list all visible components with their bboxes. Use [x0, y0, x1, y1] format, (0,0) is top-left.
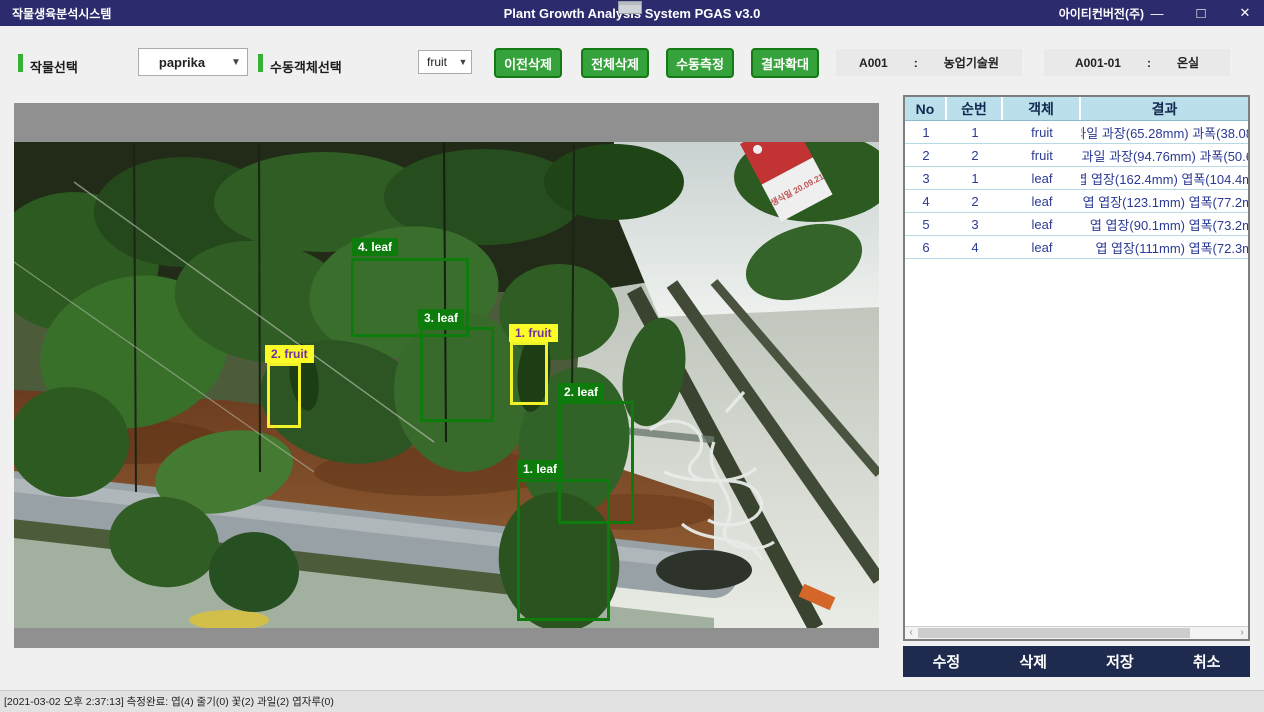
- site-separator: :: [914, 56, 918, 70]
- delete-all-button[interactable]: 전체삭제: [581, 48, 649, 78]
- titlebar: 작물생육분석시스템 Plant Growth Analysis System P…: [0, 0, 1264, 26]
- cell-object: leaf: [1003, 190, 1081, 212]
- maximize-icon[interactable]: □: [1190, 4, 1212, 22]
- close-icon[interactable]: ✕: [1234, 4, 1256, 22]
- window-controls: — □ ✕: [1146, 0, 1256, 26]
- annotation-label-4-leaf: 4. leaf: [352, 238, 398, 256]
- cell-result: 엽 엽장(90.1mm) 엽폭(73.2m: [1081, 213, 1248, 235]
- edit-button[interactable]: 수정: [903, 646, 990, 677]
- crop-select-dropdown[interactable]: paprika ▼: [138, 48, 248, 76]
- header-seq: 순번: [947, 97, 1003, 120]
- cell-seq: 2: [947, 144, 1003, 166]
- table-row[interactable]: 1 1 fruit 과일 과장(65.28mm) 과폭(38.08: [905, 121, 1248, 144]
- table-row[interactable]: 2 2 fruit 과일 과장(94.76mm) 과폭(50.6: [905, 144, 1248, 167]
- zone-code: A001-01: [1075, 56, 1121, 70]
- cell-result: 엽 엽장(123.1mm) 엽폭(77.2m: [1081, 190, 1248, 212]
- snap-preview-artifact: [618, 1, 642, 14]
- table-row[interactable]: 5 3 leaf 엽 엽장(90.1mm) 엽폭(73.2m: [905, 213, 1248, 236]
- scroll-right-icon[interactable]: ›: [1236, 627, 1248, 639]
- cell-result: 엽 엽장(111mm) 엽폭(72.3m: [1081, 236, 1248, 258]
- image-viewer: 생식일 20.09.21 4. leaf 3. leaf 1. fruit 2.…: [14, 103, 879, 648]
- cell-no: 5: [905, 213, 947, 235]
- cell-object: leaf: [1003, 213, 1081, 235]
- cell-no: 3: [905, 167, 947, 189]
- table-row[interactable]: 6 4 leaf 엽 엽장(111mm) 엽폭(72.3m: [905, 236, 1248, 259]
- object-select-label: 수동객체선택: [270, 57, 342, 76]
- manual-measure-button[interactable]: 수동측정: [666, 48, 734, 78]
- results-table-header: No 순번 객체 결과: [905, 97, 1248, 121]
- site-info-field: A001 : 농업기술원: [836, 49, 1022, 76]
- cell-seq: 3: [947, 213, 1003, 235]
- cell-seq: 1: [947, 167, 1003, 189]
- action-bar: 수정 삭제 저장 취소: [903, 646, 1250, 677]
- delete-button[interactable]: 삭제: [990, 646, 1077, 677]
- cell-result: 과일 과장(94.76mm) 과폭(50.6: [1081, 144, 1248, 166]
- camera-photo[interactable]: 생식일 20.09.21 4. leaf 3. leaf 1. fruit 2.…: [14, 142, 879, 628]
- delete-previous-button[interactable]: 이전삭제: [494, 48, 562, 78]
- annotation-box-2-fruit: [267, 363, 301, 428]
- results-panel: No 순번 객체 결과 1 1 fruit 과일 과장(65.28mm) 과폭(…: [903, 95, 1250, 641]
- cell-result: 엽 엽장(162.4mm) 엽폭(104.4m: [1081, 167, 1248, 189]
- annotation-label-1-fruit: 1. fruit: [509, 324, 558, 342]
- zone-name: 온실: [1177, 54, 1199, 71]
- annotation-label-2-fruit: 2. fruit: [265, 345, 314, 363]
- object-select-dropdown[interactable]: fruit ▼: [418, 50, 472, 74]
- header-no: No: [905, 97, 947, 120]
- object-select-value: fruit: [419, 55, 455, 69]
- annotation-label-2-leaf: 2. leaf: [558, 383, 604, 401]
- cell-no: 6: [905, 236, 947, 258]
- scroll-left-icon[interactable]: ‹: [905, 627, 917, 639]
- cell-no: 1: [905, 121, 947, 143]
- cell-seq: 1: [947, 121, 1003, 143]
- annotation-box-3-leaf: [420, 327, 494, 422]
- scrollbar-thumb[interactable]: [918, 628, 1190, 638]
- site-code: A001: [859, 56, 888, 70]
- expand-results-button[interactable]: 결과확대: [751, 48, 819, 78]
- chevron-down-icon: ▼: [225, 57, 247, 68]
- header-result: 결과: [1081, 97, 1248, 120]
- annotation-label-3-leaf: 3. leaf: [418, 309, 464, 327]
- cell-no: 4: [905, 190, 947, 212]
- table-empty-area: [905, 259, 1248, 626]
- minimize-icon[interactable]: —: [1146, 4, 1168, 22]
- crop-select-label: 작물선택: [30, 57, 78, 76]
- annotation-label-1-leaf: 1. leaf: [517, 460, 563, 478]
- cell-object: leaf: [1003, 167, 1081, 189]
- site-name: 농업기술원: [944, 54, 999, 71]
- cancel-button[interactable]: 취소: [1163, 646, 1250, 677]
- cell-object: fruit: [1003, 121, 1081, 143]
- zone-separator: :: [1147, 56, 1151, 70]
- table-row[interactable]: 3 1 leaf 엽 엽장(162.4mm) 엽폭(104.4m: [905, 167, 1248, 190]
- horizontal-scrollbar[interactable]: ‹ ›: [905, 626, 1248, 639]
- chevron-down-icon: ▼: [455, 57, 471, 67]
- header-object: 객체: [1003, 97, 1081, 120]
- cell-result: 과일 과장(65.28mm) 과폭(38.08: [1081, 121, 1248, 143]
- annotation-box-1-fruit: [510, 342, 548, 405]
- zone-info-field: A001-01 : 온실: [1044, 49, 1230, 76]
- table-row[interactable]: 4 2 leaf 엽 엽장(123.1mm) 엽폭(77.2m: [905, 190, 1248, 213]
- status-bar: [2021-03-02 오후 2:37:13] 측정완료: 엽(4) 줄기(0)…: [0, 690, 1264, 712]
- object-accent-bar: [258, 54, 263, 72]
- cell-seq: 2: [947, 190, 1003, 212]
- company-label: 아이티컨버전(주): [1059, 0, 1144, 26]
- save-button[interactable]: 저장: [1077, 646, 1164, 677]
- cell-object: leaf: [1003, 236, 1081, 258]
- status-text: [2021-03-02 오후 2:37:13] 측정완료: 엽(4) 줄기(0)…: [4, 694, 334, 709]
- cell-object: fruit: [1003, 144, 1081, 166]
- annotation-box-1-leaf: [517, 479, 610, 621]
- crop-select-value: paprika: [139, 55, 225, 70]
- cell-no: 2: [905, 144, 947, 166]
- cell-seq: 4: [947, 236, 1003, 258]
- crop-accent-bar: [18, 54, 23, 72]
